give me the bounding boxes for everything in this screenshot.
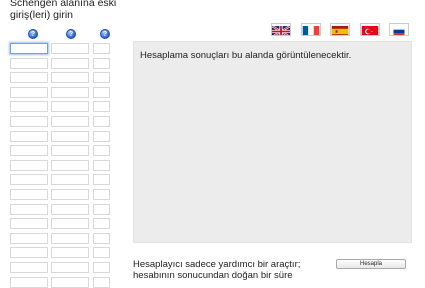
- days-output: [93, 203, 110, 215]
- exit-date-input[interactable]: [51, 189, 89, 200]
- days-output: [93, 86, 110, 98]
- entry-date-input[interactable]: [10, 159, 48, 171]
- entry-date-input[interactable]: [10, 86, 48, 98]
- entry-date-input[interactable]: [10, 101, 48, 113]
- exit-date-input[interactable]: [51, 174, 89, 186]
- exit-date-input[interactable]: [51, 86, 89, 98]
- exit-date-input[interactable]: [51, 116, 89, 127]
- days-output: [93, 72, 110, 84]
- exit-date-input[interactable]: [51, 145, 89, 157]
- days-output: [93, 247, 110, 259]
- entry-date-input[interactable]: [10, 116, 48, 127]
- days-output: [93, 174, 110, 186]
- exit-date-input[interactable]: [51, 203, 89, 215]
- help-icon[interactable]: ?: [100, 29, 110, 39]
- days-output: [93, 232, 110, 244]
- exit-date-input[interactable]: [51, 72, 89, 84]
- days-output: [93, 57, 110, 69]
- exit-date-input[interactable]: [51, 159, 89, 171]
- days-output: [93, 145, 110, 157]
- entry-date-input[interactable]: [10, 43, 48, 54]
- days-output: [93, 159, 110, 171]
- entry-date-input[interactable]: [10, 174, 48, 186]
- russia-flag-icon[interactable]: [389, 23, 409, 36]
- exit-date-input[interactable]: [51, 276, 89, 288]
- days-output: [93, 189, 110, 200]
- exit-date-input[interactable]: [51, 218, 89, 230]
- entry-date-input[interactable]: [10, 145, 48, 157]
- turkey-flag-icon[interactable]: [360, 23, 380, 36]
- france-flag-icon[interactable]: [301, 23, 321, 36]
- result-placeholder: Hesaplama sonuçları bu alanda görüntülen…: [140, 50, 352, 61]
- help-icon[interactable]: ?: [66, 29, 76, 39]
- result-panel: Hesaplama sonuçları bu alanda görüntülen…: [133, 41, 412, 243]
- entry-date-input[interactable]: [10, 189, 48, 200]
- column-help-row: ? ? ?: [0, 29, 130, 41]
- exit-date-input[interactable]: [51, 247, 89, 259]
- exit-date-input[interactable]: [51, 262, 89, 273]
- days-output: [93, 43, 110, 54]
- entry-date-input[interactable]: [10, 262, 48, 273]
- entry-date-input[interactable]: [10, 57, 48, 69]
- days-output: [93, 130, 110, 142]
- calculate-button[interactable]: Hesapla: [336, 259, 406, 269]
- exit-date-input[interactable]: [51, 101, 89, 113]
- exit-date-input[interactable]: [51, 130, 89, 142]
- entry-date-input[interactable]: [10, 232, 48, 244]
- exit-date-input[interactable]: [51, 57, 89, 69]
- disclaimer-text: Hesaplayıcı sadece yardımcı bir araçtır;…: [133, 259, 301, 281]
- days-output: [93, 101, 110, 113]
- days-output: [93, 276, 110, 288]
- entry-date-input[interactable]: [10, 218, 48, 230]
- entry-date-input[interactable]: [10, 276, 48, 288]
- spain-flag-icon[interactable]: [330, 23, 350, 36]
- days-output: [93, 218, 110, 230]
- form-title: Schengen alanına eski giriş(leri) girin: [10, 0, 117, 21]
- entry-date-input[interactable]: [10, 203, 48, 215]
- exit-date-input[interactable]: [51, 232, 89, 244]
- help-icon[interactable]: ?: [28, 29, 38, 39]
- entry-date-input[interactable]: [10, 72, 48, 84]
- entry-date-input[interactable]: [10, 247, 48, 259]
- days-output: [93, 262, 110, 273]
- uk-flag-icon[interactable]: [271, 23, 291, 36]
- exit-date-input[interactable]: [51, 43, 89, 54]
- entry-date-input[interactable]: [10, 130, 48, 142]
- days-output: [93, 116, 110, 127]
